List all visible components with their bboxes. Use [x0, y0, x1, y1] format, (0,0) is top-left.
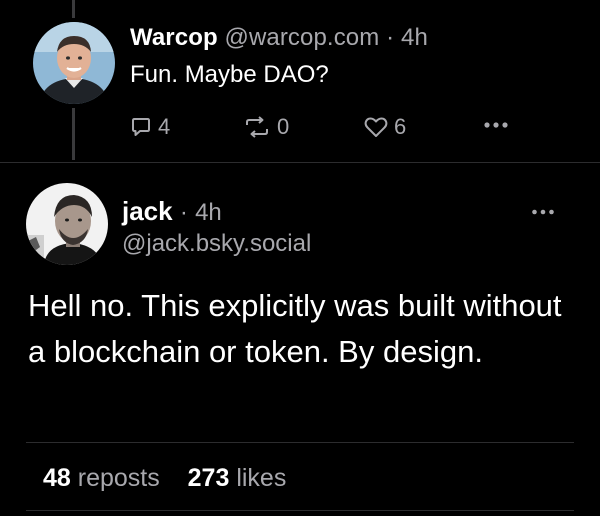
post-avatar[interactable] [26, 183, 108, 265]
reply-handle[interactable]: @warcop.com [225, 24, 380, 51]
reply-icon [130, 116, 152, 138]
like-icon [364, 116, 388, 138]
likes-stat[interactable]: 273 likes [188, 464, 287, 492]
likes-label: likes [236, 464, 287, 492]
post-divider-bottom [26, 510, 574, 511]
reposts-stat[interactable]: 48 reposts [43, 464, 167, 492]
reply-display-name[interactable]: Warcop [130, 24, 218, 51]
repost-count: 0 [277, 114, 290, 139]
reply-separator: · [386, 24, 395, 51]
reply-count: 4 [158, 114, 171, 139]
post-handle[interactable]: @jack.bsky.social [122, 230, 311, 258]
reply-text: Fun. Maybe DAO? [130, 61, 329, 88]
post-separator: · [179, 199, 188, 226]
post-display-name[interactable]: jack [122, 196, 173, 226]
more-horizontal-icon [532, 209, 554, 215]
reply-button[interactable]: 4 [130, 114, 170, 140]
like-count: 6 [394, 114, 407, 139]
reply-header: Warcop @warcop.com · 4h [130, 24, 428, 52]
post-text: Hell no. This explicitly was built witho… [28, 288, 562, 369]
reply-more-button[interactable] [483, 120, 509, 130]
post-time[interactable]: 4h [195, 199, 222, 226]
post-header: jack · 4h [122, 196, 222, 227]
thread-line-top [72, 0, 75, 18]
post-more-button[interactable] [531, 203, 555, 221]
post-divider-top [26, 442, 574, 443]
reply-action-bar: 4 0 6 [0, 114, 600, 142]
reposts-count: 48 [43, 464, 71, 492]
repost-button[interactable]: 0 [243, 114, 289, 140]
repost-icon [243, 116, 271, 138]
reply-avatar[interactable] [33, 22, 115, 104]
more-horizontal-icon [483, 120, 509, 130]
reply-time[interactable]: 4h [401, 24, 428, 51]
thread-divider [0, 162, 600, 163]
likes-count: 273 [187, 464, 230, 492]
like-button[interactable]: 6 [364, 114, 406, 140]
reposts-label: reposts [77, 464, 160, 492]
post-stats: 48 reposts 273 likes [43, 464, 286, 493]
